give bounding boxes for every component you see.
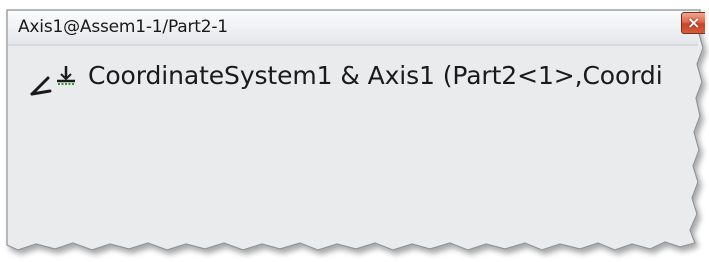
window-title: Axis1@Assem1-1/Part2-1 [18,17,228,37]
mate-label: CoordinateSystem1 & Axis1 (Part2<1>,Coor… [88,61,663,90]
tooltip-window: Axis1@Assem1-1/Part2-1 × CoordinateSyste… [0,0,709,262]
close-icon: × [687,13,701,32]
torn-window-frame [6,9,704,251]
close-button[interactable]: × [681,12,705,34]
mate-list-item[interactable]: CoordinateSystem1 & Axis1 (Part2<1>,Coor… [28,60,696,100]
coincident-mate-icon [30,66,75,96]
